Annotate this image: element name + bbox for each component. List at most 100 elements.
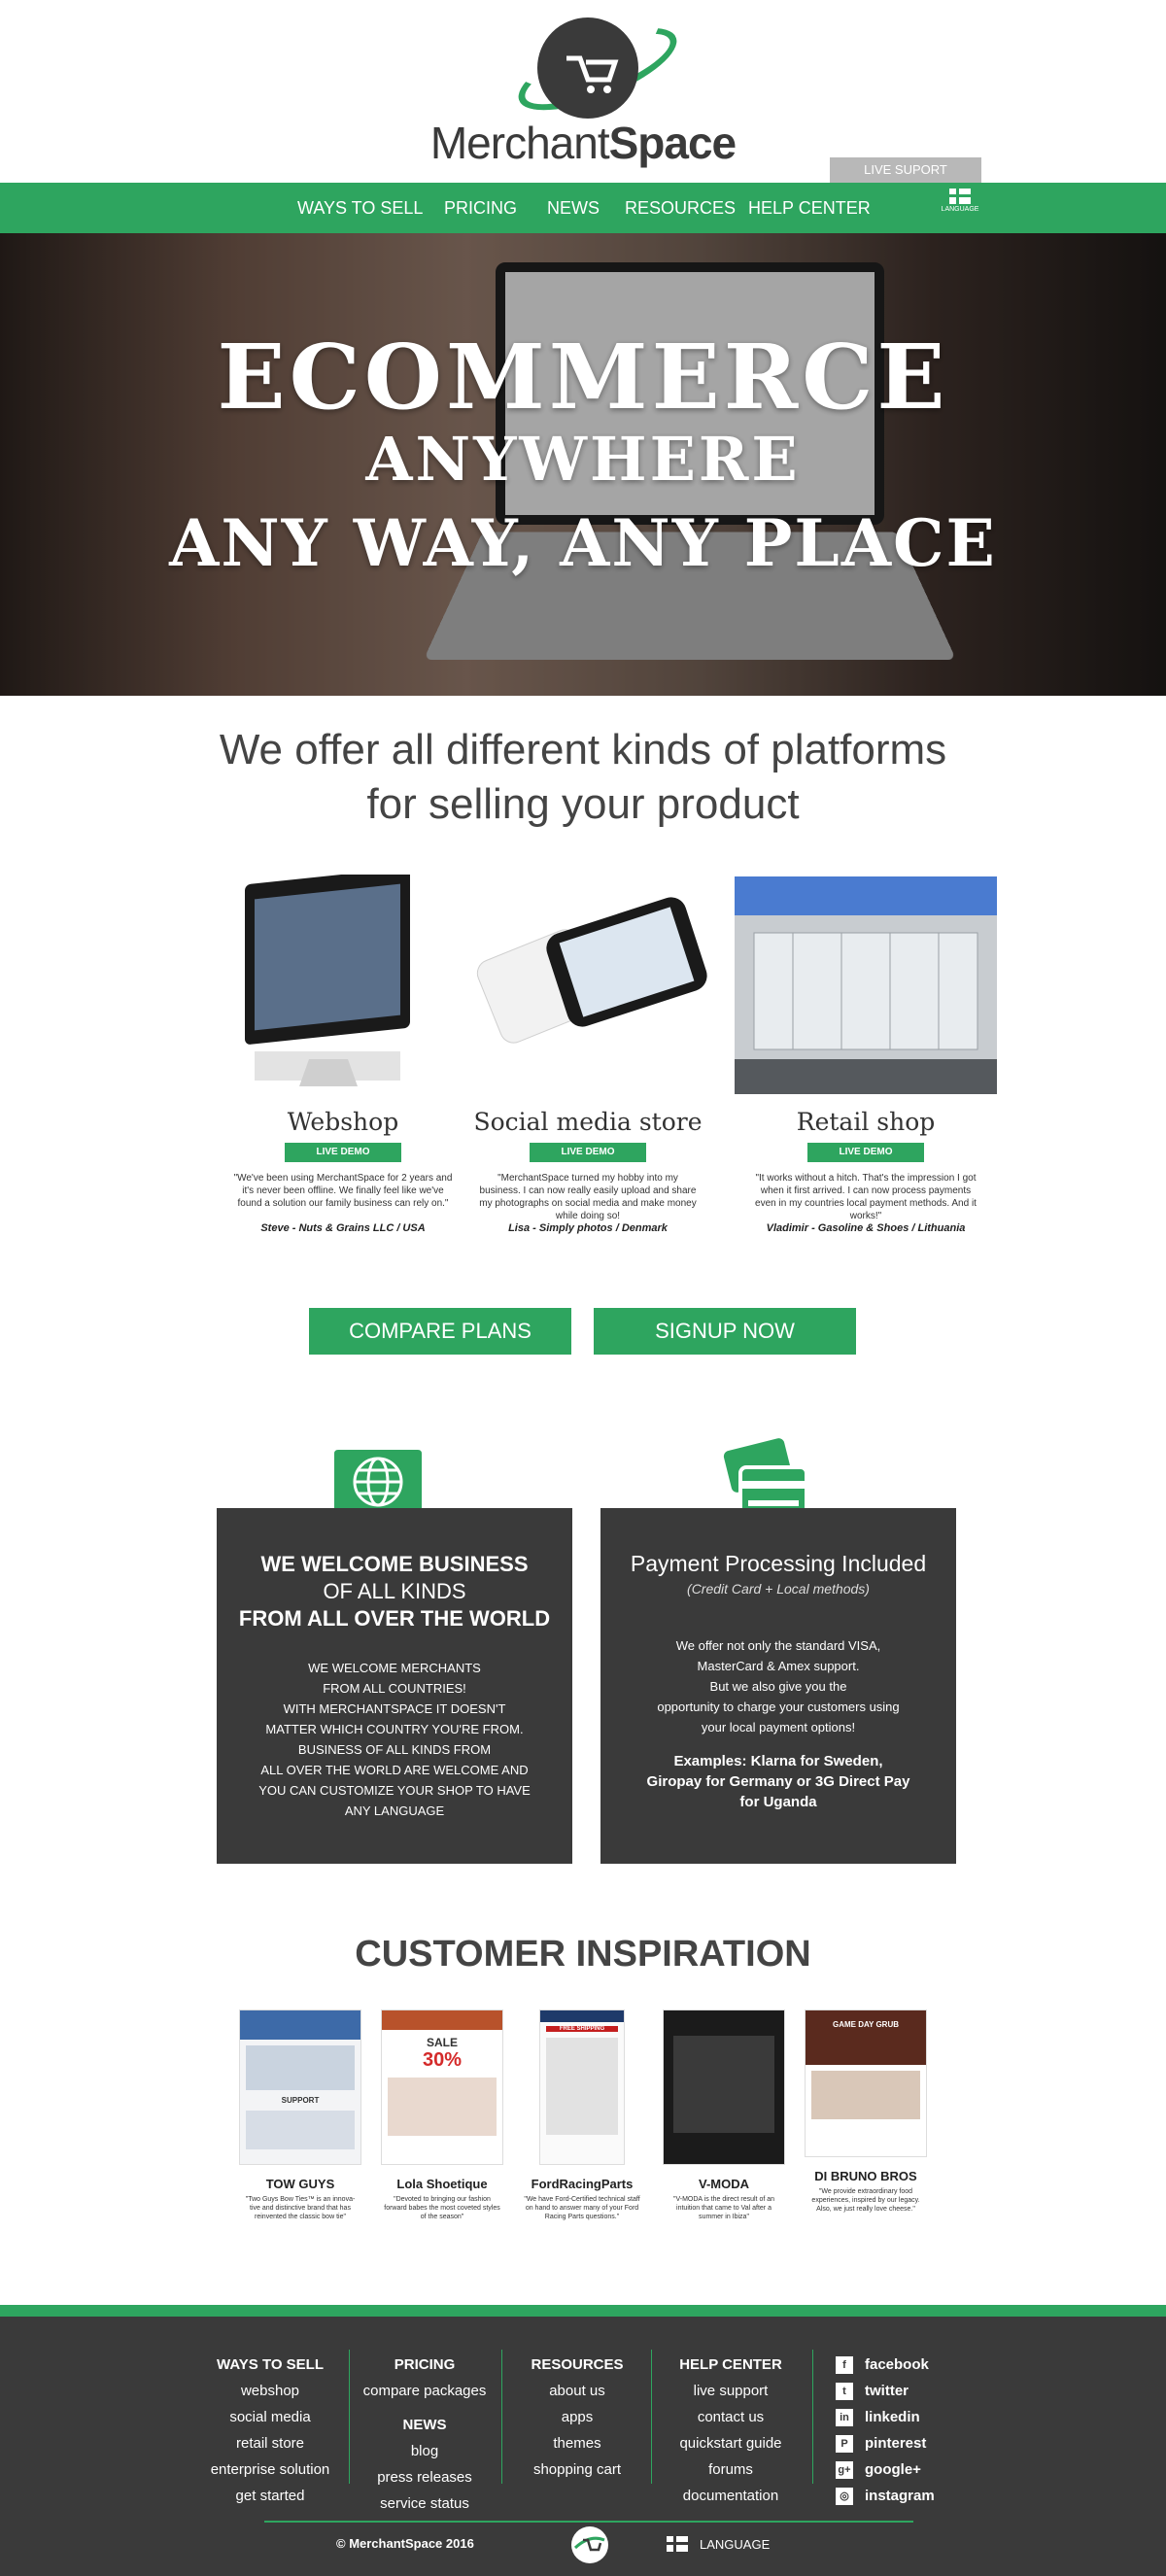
social-links: f facebook t twitter in linkedin Ppinterest…	[836, 2352, 935, 2509]
footer-heading: NEWS	[402, 2417, 447, 2433]
store-name: DI BRUNO BROS	[814, 2169, 917, 2183]
business-title-line3: FROM ALL OVER THE WORLD	[238, 1606, 551, 1631]
social-label: pinterest	[865, 2435, 927, 2452]
live-demo-button[interactable]: LIVE DEMO	[530, 1143, 646, 1162]
facebook-link[interactable]: f facebook	[836, 2352, 935, 2378]
platform-title: Social media store	[473, 1108, 703, 1136]
footer-link[interactable]: live support	[663, 2378, 799, 2404]
footer-ways-to-sell: WAYS TO SELL webshop social media retail…	[202, 2352, 338, 2509]
business-body-line: ALL OVER THE WORLD ARE WELCOME AND	[260, 1763, 529, 1777]
store-thumbnail	[663, 2009, 785, 2165]
footer-link[interactable]: forums	[663, 2456, 799, 2483]
footer-link[interactable]: quickstart guide	[663, 2430, 799, 2456]
footer-link[interactable]: contact us	[663, 2404, 799, 2430]
store-name: FordRacingParts	[531, 2177, 634, 2191]
footer-divider	[501, 2350, 502, 2484]
store-description: "V-MODA is the direct result of an intui…	[672, 2196, 775, 2220]
business-body-line: WITH MERCHANTSPACE IT DOESN'T	[283, 1701, 506, 1716]
linkedin-icon: in	[836, 2408, 853, 2426]
signup-now-button[interactable]: SIGNUP NOW	[594, 1308, 856, 1355]
footer-divider	[812, 2350, 813, 2484]
language-selector[interactable]: LANGUAGE	[939, 189, 981, 213]
inspiration-item[interactable]: SUPPORT TOW GUYS "Two Guys Bow Ties™ is …	[237, 2009, 363, 2221]
instagram-icon: ◎	[836, 2487, 853, 2505]
footer-divider	[651, 2350, 652, 2484]
hero-title-line1: ECOMMERCE	[217, 325, 949, 429]
store-name: Lola Shoetique	[396, 2177, 488, 2191]
footer: WAYS TO SELL webshop social media retail…	[0, 2317, 1166, 2576]
twitter-link[interactable]: t twitter	[836, 2378, 935, 2404]
payment-examples-line: Giropay for Germany or 3G Direct Pay	[646, 1773, 910, 1790]
payment-subtitle: (Credit Card + Local methods)	[687, 1581, 870, 1597]
logo-icon[interactable]	[537, 17, 638, 119]
google-plus-link[interactable]: g+ google+	[836, 2456, 935, 2483]
footer-link[interactable]: social media	[202, 2404, 338, 2430]
inspiration-item[interactable]: SALE 30% Lola Shoetique "Devoted to brin…	[379, 2009, 505, 2221]
footer-link[interactable]: service status	[361, 2490, 488, 2517]
compare-plans-button[interactable]: COMPARE PLANS	[309, 1308, 571, 1355]
testimonial-quote: "We've been using MerchantSpace for 2 ye…	[233, 1173, 453, 1209]
platforms-heading-line1: We offer all different kinds of platform…	[219, 726, 947, 773]
footer-language-selector[interactable]: LANGUAGE	[667, 2536, 770, 2552]
linkedin-link[interactable]: in linkedin	[836, 2404, 935, 2430]
social-label: google+	[865, 2461, 921, 2478]
footer-heading: PRICING	[394, 2356, 456, 2373]
header: MerchantSpace LIVE SUPORT	[0, 0, 1166, 183]
footer-link[interactable]: enterprise solution	[202, 2456, 338, 2483]
store-name: V-MODA	[699, 2177, 749, 2191]
footer-link[interactable]: press releases	[361, 2464, 488, 2490]
inspiration-item[interactable]: GAME DAY GRUB DI BRUNO BROS "We provide …	[803, 2009, 929, 2214]
live-demo-button[interactable]: LIVE DEMO	[285, 1143, 401, 1162]
webshop-image	[212, 868, 474, 1094]
payment-body-line: opportunity to charge your customers usi…	[657, 1700, 900, 1714]
footer-link[interactable]: webshop	[202, 2378, 338, 2404]
footer-link[interactable]: shopping cart	[519, 2456, 635, 2483]
testimonial-author: Steve - Nuts & Grains LLC / USA	[260, 1222, 426, 1234]
footer-link[interactable]: blog	[361, 2438, 488, 2464]
retail-shop-image	[735, 875, 997, 1094]
footer-help-center: HELP CENTER live support contact us quic…	[663, 2352, 799, 2509]
store-thumbnail: FREE SHIPPING	[539, 2009, 625, 2165]
logo-wordmark[interactable]: MerchantSpace	[408, 117, 758, 169]
hero-title-line3: ANY WAY, ANY PLACE	[169, 505, 997, 581]
twitter-icon: t	[836, 2382, 853, 2400]
footer-link[interactable]: apps	[519, 2404, 635, 2430]
cart-icon	[566, 55, 619, 93]
instagram-link[interactable]: ◎ instagram	[836, 2483, 935, 2509]
flag-icon	[667, 2536, 688, 2552]
thumb-label: 30%	[422, 2049, 463, 2071]
inspiration-item[interactable]: FREE SHIPPING FordRacingParts "We have F…	[519, 2009, 645, 2221]
footer-link[interactable]: compare packages	[361, 2378, 488, 2404]
pinterest-link[interactable]: Ppinterest	[836, 2430, 935, 2456]
social-media-image	[457, 875, 719, 1094]
thumb-label: FREE SHIPPING	[546, 2026, 618, 2032]
nav-news[interactable]: NEWS	[547, 183, 600, 233]
footer-link[interactable]: retail store	[202, 2430, 338, 2456]
nav-help-center[interactable]: HELP CENTER	[748, 183, 871, 233]
footer-logo-icon[interactable]	[571, 2526, 608, 2563]
live-support-button[interactable]: LIVE SUPORT	[830, 157, 981, 183]
footer-pricing: PRICING compare packages NEWS blog press…	[361, 2352, 488, 2517]
nav-pricing[interactable]: PRICING	[444, 183, 517, 233]
nav-ways-to-sell[interactable]: WAYS TO SELL	[297, 183, 423, 233]
payment-body: We offer not only the standard VISA, Mas…	[600, 1635, 956, 1737]
footer-divider-line	[264, 2521, 913, 2523]
platforms-heading: We offer all different kinds of platform…	[97, 723, 1069, 832]
platforms-heading-line2: for selling your product	[366, 780, 800, 828]
footer-link[interactable]: about us	[519, 2378, 635, 2404]
business-body-line: YOU CAN CUSTOMIZE YOUR SHOP TO HAVE	[258, 1783, 531, 1798]
footer-link[interactable]: get started	[202, 2483, 338, 2509]
business-title-line1: WE WELCOME BUSINESS	[260, 1552, 529, 1576]
footer-link[interactable]: documentation	[663, 2483, 799, 2509]
testimonial-author: Lisa - Simply photos / Denmark	[508, 1222, 668, 1234]
footer-resources: RESOURCES about us apps themes shopping …	[519, 2352, 635, 2483]
testimonial-quote: "It works without a hitch. That's the im…	[755, 1173, 977, 1221]
live-demo-button[interactable]: LIVE DEMO	[807, 1143, 924, 1162]
social-label: instagram	[865, 2488, 935, 2504]
footer-link[interactable]: themes	[519, 2430, 635, 2456]
nav-resources[interactable]: RESOURCES	[625, 183, 736, 233]
store-thumbnail: SUPPORT	[239, 2009, 361, 2165]
business-body-line: MATTER WHICH COUNTRY YOU'RE FROM.	[265, 1722, 524, 1736]
social-label: twitter	[865, 2383, 909, 2399]
inspiration-item[interactable]: V-MODA "V-MODA is the direct result of a…	[661, 2009, 787, 2221]
